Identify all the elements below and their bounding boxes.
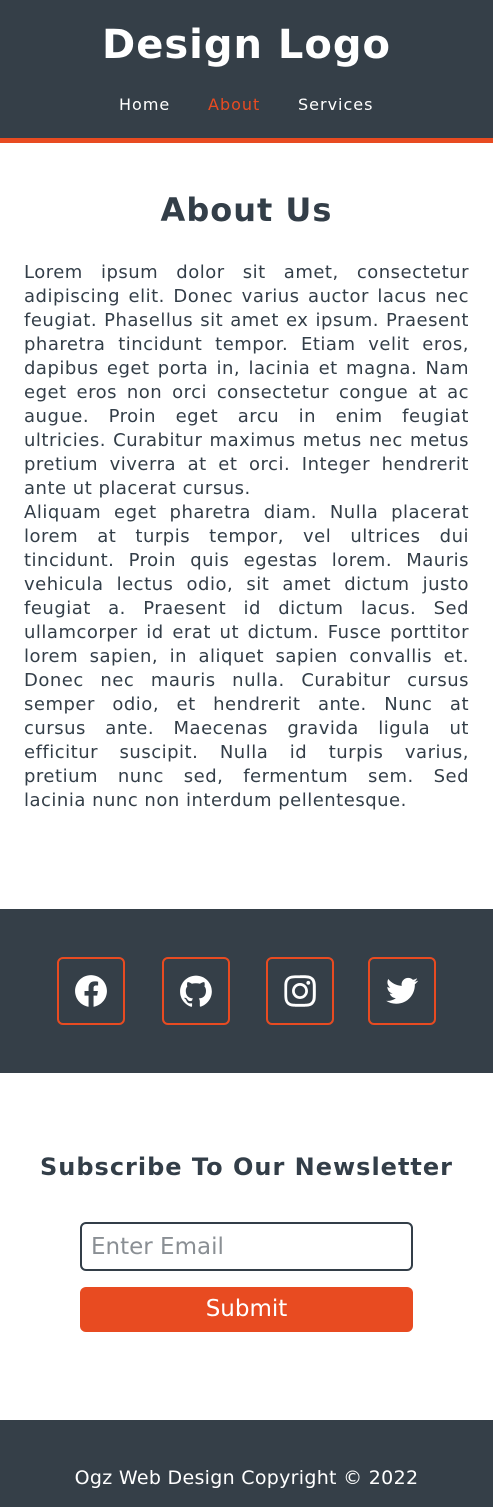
facebook-icon (75, 975, 107, 1007)
newsletter-section: Subscribe To Our Newsletter Submit (0, 1073, 493, 1420)
nav-link-services[interactable]: Services (298, 95, 373, 114)
instagram-link[interactable] (266, 957, 334, 1025)
about-text: Lorem ipsum dolor sit amet, consectetur … (24, 261, 469, 813)
newsletter-title: Subscribe To Our Newsletter (39, 1153, 454, 1181)
facebook-link[interactable] (57, 957, 125, 1025)
site-footer: Ogz Web Design Copyright © 2022 (0, 1420, 493, 1507)
github-icon (180, 975, 212, 1007)
logo[interactable]: Design Logo (0, 22, 493, 68)
site-header: Design Logo Home About Services (0, 0, 493, 143)
nav-link-home[interactable]: Home (119, 95, 170, 114)
github-link[interactable] (162, 957, 230, 1025)
about-paragraph: Aliquam eget pharetra diam. Nulla placer… (24, 502, 469, 811)
twitter-icon (386, 977, 419, 1004)
nav-link-about[interactable]: About (208, 95, 260, 114)
submit-button[interactable]: Submit (80, 1287, 413, 1332)
email-input[interactable] (80, 1222, 413, 1271)
social-links (0, 909, 493, 1073)
instagram-icon (284, 975, 316, 1007)
copyright-text: Ogz Web Design Copyright © 2022 (74, 1467, 419, 1489)
main-nav: Home About Services (0, 95, 493, 117)
about-title: About Us (160, 191, 333, 229)
twitter-link[interactable] (368, 957, 436, 1025)
about-section: About Us Lorem ipsum dolor sit amet, con… (0, 143, 493, 909)
about-paragraph: Lorem ipsum dolor sit amet, consectetur … (24, 262, 469, 499)
